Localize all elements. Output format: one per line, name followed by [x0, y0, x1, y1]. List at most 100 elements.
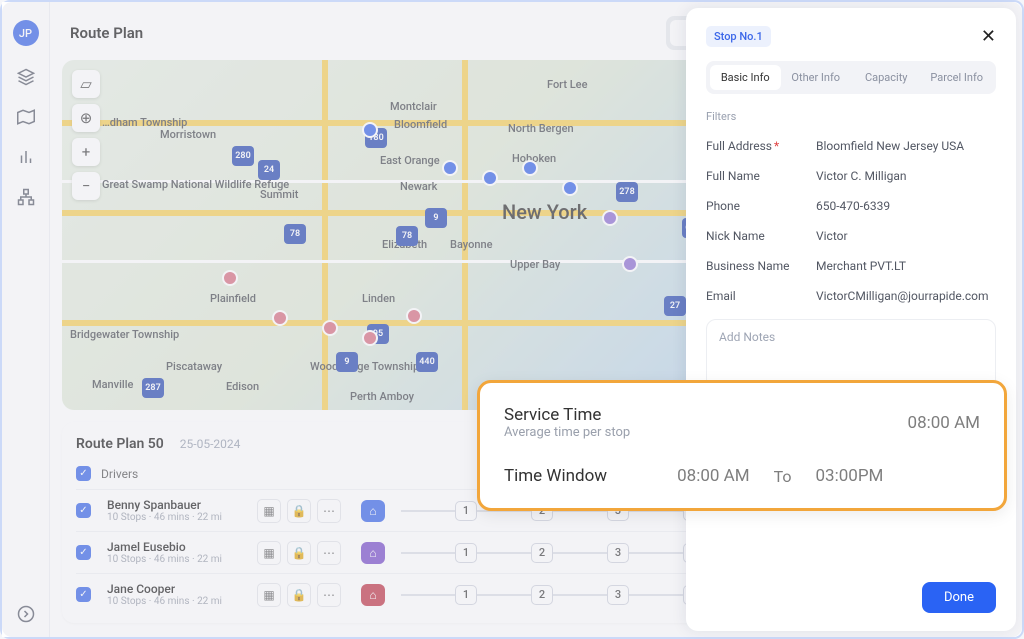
left-rail: JP: [2, 2, 50, 637]
map-place-label: Fort Lee: [547, 78, 587, 91]
map-pin[interactable]: [406, 308, 422, 324]
map-place-label: Upper Bay: [510, 258, 560, 271]
zoom-out-icon[interactable]: −: [72, 172, 100, 200]
stop-node[interactable]: 1: [455, 501, 477, 521]
stop-node[interactable]: 3: [607, 543, 629, 563]
lock-icon[interactable]: 🔒: [287, 583, 311, 607]
lock-icon[interactable]: 🔒: [287, 541, 311, 565]
info-row: Nick Name Victor: [706, 221, 996, 251]
stop-detail-panel: Stop No.1 ✕ Basic Info Other Info Capaci…: [686, 8, 1016, 631]
collapse-icon[interactable]: [17, 605, 35, 623]
map-pin[interactable]: [362, 122, 378, 138]
route-shield: 9: [425, 208, 447, 228]
service-time-label: Service Time: [504, 405, 630, 425]
map-place-label: Woodbridge Township: [310, 360, 419, 373]
map-city-label: New York: [502, 200, 587, 224]
info-value[interactable]: Victor: [816, 229, 848, 243]
notes-input[interactable]: Add Notes: [706, 319, 996, 389]
map-icon[interactable]: [17, 108, 35, 126]
info-value[interactable]: Bloomfield New Jersey USA: [816, 139, 964, 153]
lock-icon[interactable]: 🔒: [287, 499, 311, 523]
more-icon[interactable]: ⋯: [317, 541, 341, 565]
service-time-sub: Average time per stop: [504, 425, 630, 440]
map-pin[interactable]: [442, 160, 458, 176]
info-value[interactable]: 650-470-6339: [816, 199, 890, 213]
tab-capacity[interactable]: Capacity: [851, 65, 922, 90]
info-row: Full Name Victor C. Milligan: [706, 161, 996, 191]
stop-chip: Stop No.1: [706, 26, 771, 47]
stop-node[interactable]: 1: [455, 585, 477, 605]
panel-title: Route Plan 50: [76, 436, 164, 452]
map-pin[interactable]: [622, 256, 638, 272]
map-pin[interactable]: [602, 210, 618, 226]
locate-icon[interactable]: ⊕: [72, 104, 100, 132]
time-callout: Service Time Average time per stop 08:00…: [477, 380, 1007, 511]
map-place-label: Plainfield: [210, 292, 256, 305]
map-place-label: Perth Amboy: [350, 390, 414, 403]
calendar-icon[interactable]: ▦: [257, 499, 281, 523]
checkbox[interactable]: [76, 587, 91, 602]
map-place-label: Manville: [92, 378, 133, 391]
time-window-to-label: To: [774, 467, 792, 486]
stop-node[interactable]: 1: [455, 543, 477, 563]
driver-meta: 10 Stops · 46 mins · 22 mi: [107, 512, 257, 523]
info-row: Full Address* Bloomfield New Jersey USA: [706, 131, 996, 161]
time-window-label: Time Window: [504, 466, 607, 486]
layers-icon[interactable]: [17, 68, 35, 86]
tab-basic-info[interactable]: Basic Info: [710, 65, 781, 90]
stop-node[interactable]: 2: [531, 543, 553, 563]
map-pin[interactable]: [482, 170, 498, 186]
tab-other-info[interactable]: Other Info: [781, 65, 852, 90]
home-icon[interactable]: ⌂: [361, 500, 385, 522]
map-pin[interactable]: [222, 270, 238, 286]
map-pin[interactable]: [322, 320, 338, 336]
map-place-label: Piscataway: [166, 360, 222, 373]
drivers-label: Drivers: [101, 467, 138, 481]
map-pin[interactable]: [362, 330, 378, 346]
home-icon[interactable]: ⌂: [361, 584, 385, 606]
map-pin[interactable]: [272, 310, 288, 326]
info-row: Business Name Merchant PVT.LT: [706, 251, 996, 281]
more-icon[interactable]: ⋯: [317, 583, 341, 607]
more-icon[interactable]: ⋯: [317, 499, 341, 523]
time-window-from[interactable]: 08:00 AM: [677, 466, 749, 486]
done-button[interactable]: Done: [922, 582, 996, 613]
route-shield: 27: [664, 296, 686, 316]
map-place-label: Bayonne: [450, 238, 492, 251]
page-title: Route Plan: [70, 24, 143, 42]
info-value[interactable]: Merchant PVT.LT: [816, 259, 906, 273]
stop-node[interactable]: 2: [531, 585, 553, 605]
close-icon[interactable]: ✕: [981, 26, 996, 47]
info-label: Business Name: [706, 259, 816, 273]
map-place-label: Newark: [400, 180, 437, 193]
home-icon[interactable]: ⌂: [361, 542, 385, 564]
tab-parcel-info[interactable]: Parcel Info: [922, 65, 993, 90]
polygon-tool-icon[interactable]: ▱: [72, 70, 100, 98]
info-label: Phone: [706, 199, 816, 213]
avatar[interactable]: JP: [13, 20, 39, 46]
zoom-in-icon[interactable]: +: [72, 138, 100, 166]
checkbox[interactable]: [76, 545, 91, 560]
info-value[interactable]: Victor C. Milligan: [816, 169, 907, 183]
driver-meta: 10 Stops · 46 mins · 22 mi: [107, 554, 257, 565]
map-pin[interactable]: [522, 160, 538, 176]
bar-chart-icon[interactable]: [17, 148, 35, 166]
route-shield: 440: [416, 352, 438, 372]
map-place-label: Bridgewater Township: [70, 328, 179, 341]
checkbox-all[interactable]: [76, 466, 91, 481]
stop-node[interactable]: 3: [607, 585, 629, 605]
calendar-icon[interactable]: ▦: [257, 541, 281, 565]
service-time-value[interactable]: 08:00 AM: [908, 413, 980, 433]
panel-date: 25-05-2024: [180, 437, 241, 451]
info-label: Nick Name: [706, 229, 816, 243]
info-value[interactable]: VictorCMilligan@jourrapide.com: [816, 289, 989, 303]
time-window-to[interactable]: 03:00PM: [815, 466, 883, 486]
calendar-icon[interactable]: ▦: [257, 583, 281, 607]
route-shield: 78: [284, 224, 306, 244]
map-pin[interactable]: [562, 180, 578, 196]
route-shield: 278: [616, 182, 638, 202]
sitemap-icon[interactable]: [17, 188, 35, 206]
info-label: Full Name: [706, 169, 816, 183]
info-row: Email VictorCMilligan@jourrapide.com: [706, 281, 996, 311]
checkbox[interactable]: [76, 503, 91, 518]
